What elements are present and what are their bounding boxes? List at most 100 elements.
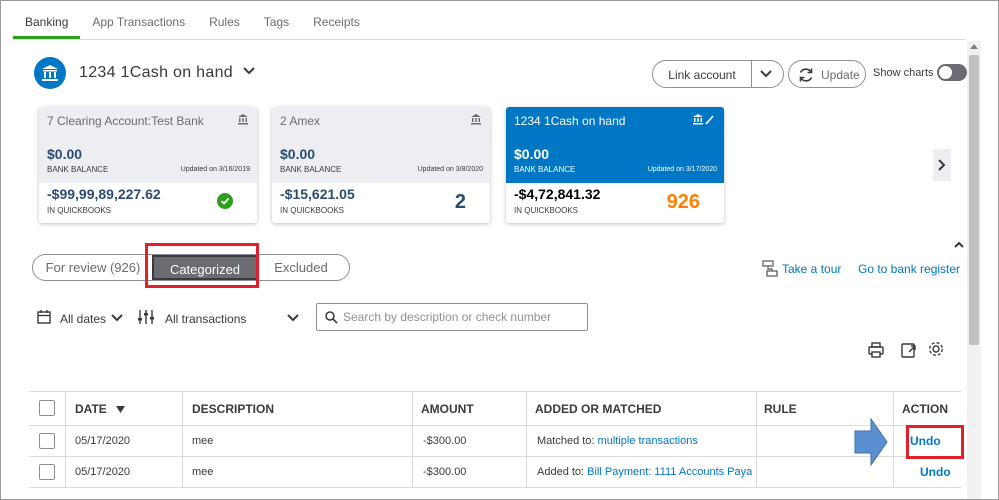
card-account-name: 7 Clearing Account:Test Bank bbox=[47, 114, 204, 128]
row-description: mee bbox=[192, 466, 214, 478]
take-a-tour-label: Take a tour bbox=[782, 262, 842, 276]
card-updated-date: Updated on 3/17/2020 bbox=[647, 166, 717, 173]
undo-button[interactable]: Undo bbox=[920, 465, 951, 479]
card-qb-balance: -$15,621.05 bbox=[280, 186, 355, 202]
date-filter[interactable]: All dates bbox=[60, 312, 106, 326]
card-account-name: 2 Amex bbox=[280, 114, 321, 128]
match-link[interactable]: multiple transactions bbox=[598, 435, 698, 447]
card-updated-date: Updated on 3/16/2019 bbox=[180, 166, 250, 173]
banking-page: Banking App Transactions Rules Tags Rece… bbox=[0, 0, 999, 500]
select-all-checkbox[interactable] bbox=[39, 400, 55, 416]
scroll-up-icon[interactable] bbox=[970, 44, 978, 49]
show-charts-label: Show charts bbox=[873, 67, 934, 79]
card-bank-balance: $0.00 bbox=[280, 146, 316, 162]
bank-icon bbox=[470, 113, 482, 128]
top-tabs: Banking App Transactions Rules Tags Rece… bbox=[13, 1, 372, 39]
scrollbar-thumb[interactable] bbox=[969, 55, 979, 345]
tour-icon bbox=[762, 260, 778, 277]
card-qb-label: IN QUICKBOOKS bbox=[47, 206, 112, 215]
link-account-button[interactable]: Link account bbox=[652, 60, 784, 88]
chevron-down-icon[interactable] bbox=[759, 67, 773, 84]
card-qb-label: IN QUICKBOOKS bbox=[514, 206, 579, 215]
card-updated-date: Updated on 3/8/2020 bbox=[417, 166, 483, 173]
match-prefix: Added to: bbox=[537, 466, 585, 478]
tab-rules[interactable]: Rules bbox=[197, 1, 252, 39]
account-card-amex[interactable]: 2 Amex $0.00 BANK BALANCE Updated on 3/8… bbox=[272, 107, 490, 223]
show-charts-toggle[interactable] bbox=[937, 64, 967, 81]
calendar-icon[interactable] bbox=[37, 309, 51, 330]
undo-highlight-box bbox=[906, 425, 964, 459]
gear-icon[interactable] bbox=[927, 340, 945, 363]
tabs-divider bbox=[13, 39, 966, 40]
row-description: mee bbox=[192, 435, 214, 447]
bank-icon bbox=[237, 113, 249, 128]
column-header-label: DATE bbox=[75, 402, 107, 416]
row-checkbox[interactable] bbox=[39, 433, 55, 449]
categorized-highlight-box bbox=[145, 243, 259, 288]
tab-tags[interactable]: Tags bbox=[252, 1, 301, 39]
card-bank-balance: $0.00 bbox=[514, 146, 550, 162]
chevron-up-icon[interactable] bbox=[953, 237, 965, 255]
card-qb-label: IN QUICKBOOKS bbox=[280, 206, 345, 215]
row-amount: -$300.00 bbox=[423, 466, 467, 478]
row-added-or-matched: Matched to: multiple transactions bbox=[537, 426, 753, 456]
card-bank-balance-label: BANK BALANCE bbox=[47, 165, 109, 174]
export-icon[interactable] bbox=[900, 341, 918, 364]
column-header-rule[interactable]: RULE bbox=[764, 392, 797, 425]
bank-account-icon bbox=[34, 57, 66, 89]
next-cards-button[interactable] bbox=[933, 149, 951, 181]
sort-down-icon bbox=[116, 406, 126, 413]
match-link[interactable]: Bill Payment: 1111 Accounts Paya bbox=[587, 466, 752, 478]
update-label: Update bbox=[821, 68, 860, 82]
row-date: 05/17/2020 bbox=[75, 466, 131, 478]
link-account-label: Link account bbox=[668, 68, 736, 82]
search-box bbox=[316, 303, 588, 331]
card-bank-balance: $0.00 bbox=[47, 146, 83, 162]
card-bank-balance-label: BANK BALANCE bbox=[280, 165, 342, 174]
filter-sliders-icon[interactable] bbox=[137, 308, 155, 331]
row-amount: -$300.00 bbox=[423, 435, 467, 447]
table-row[interactable]: 05/17/2020 mee -$300.00 Added to: Bill P… bbox=[29, 457, 961, 488]
button-divider bbox=[751, 61, 752, 87]
tab-receipts[interactable]: Receipts bbox=[301, 1, 372, 39]
column-header-description[interactable]: DESCRIPTION bbox=[192, 392, 274, 425]
refresh-icon bbox=[799, 68, 813, 82]
column-header-amount[interactable]: AMOUNT bbox=[421, 392, 474, 425]
card-qb-balance: -$99,99,89,227.62 bbox=[47, 186, 161, 202]
tab-app-transactions[interactable]: App Transactions bbox=[80, 1, 197, 39]
search-input[interactable] bbox=[343, 308, 583, 326]
tab-excluded[interactable]: Excluded bbox=[261, 255, 341, 280]
card-review-count: 926 bbox=[666, 191, 700, 213]
column-header-added-or-matched[interactable]: ADDED OR MATCHED bbox=[535, 392, 661, 425]
tab-for-review[interactable]: For review (926) bbox=[37, 255, 149, 280]
table-header: DATE DESCRIPTION AMOUNT ADDED OR MATCHED… bbox=[29, 391, 961, 426]
pointer-arrow-icon bbox=[853, 417, 889, 472]
row-date: 05/17/2020 bbox=[75, 435, 131, 447]
transaction-type-filter[interactable]: All transactions bbox=[165, 312, 246, 326]
bank-register-link[interactable]: Go to bank register bbox=[858, 262, 960, 276]
card-account-name: 1234 1Cash on hand bbox=[514, 114, 626, 128]
check-circle-icon bbox=[217, 193, 233, 209]
chevron-right-icon bbox=[938, 159, 946, 171]
chevron-down-icon[interactable] bbox=[242, 64, 256, 83]
card-qb-balance: -$4,72,841.32 bbox=[514, 186, 601, 202]
account-card-clearing[interactable]: 7 Clearing Account:Test Bank $0.00 BANK … bbox=[39, 107, 257, 223]
update-button[interactable]: Update bbox=[788, 60, 866, 88]
tab-banking[interactable]: Banking bbox=[13, 1, 81, 39]
vertical-scrollbar[interactable] bbox=[967, 41, 981, 499]
match-prefix: Matched to: bbox=[537, 435, 595, 447]
table-row[interactable]: 05/17/2020 mee -$300.00 Matched to: mult… bbox=[29, 426, 961, 457]
card-review-count: 2 bbox=[454, 191, 466, 213]
chevron-down-icon[interactable] bbox=[110, 311, 124, 330]
row-checkbox[interactable] bbox=[39, 464, 55, 480]
toggle-knob bbox=[939, 66, 952, 79]
column-header-action: ACTION bbox=[902, 402, 948, 416]
row-added-or-matched: Added to: Bill Payment: 1111 Accounts Pa… bbox=[537, 457, 758, 487]
chevron-down-icon[interactable] bbox=[286, 311, 300, 330]
account-selector-name[interactable]: 1234 1Cash on hand bbox=[79, 64, 233, 82]
account-card-cash-on-hand[interactable]: 1234 1Cash on hand $0.00 BANK BALANCE Up… bbox=[506, 107, 724, 223]
column-header-date[interactable]: DATE bbox=[75, 392, 126, 425]
print-icon[interactable] bbox=[867, 341, 885, 364]
bank-edit-icon[interactable] bbox=[692, 113, 716, 128]
search-icon bbox=[325, 311, 338, 324]
